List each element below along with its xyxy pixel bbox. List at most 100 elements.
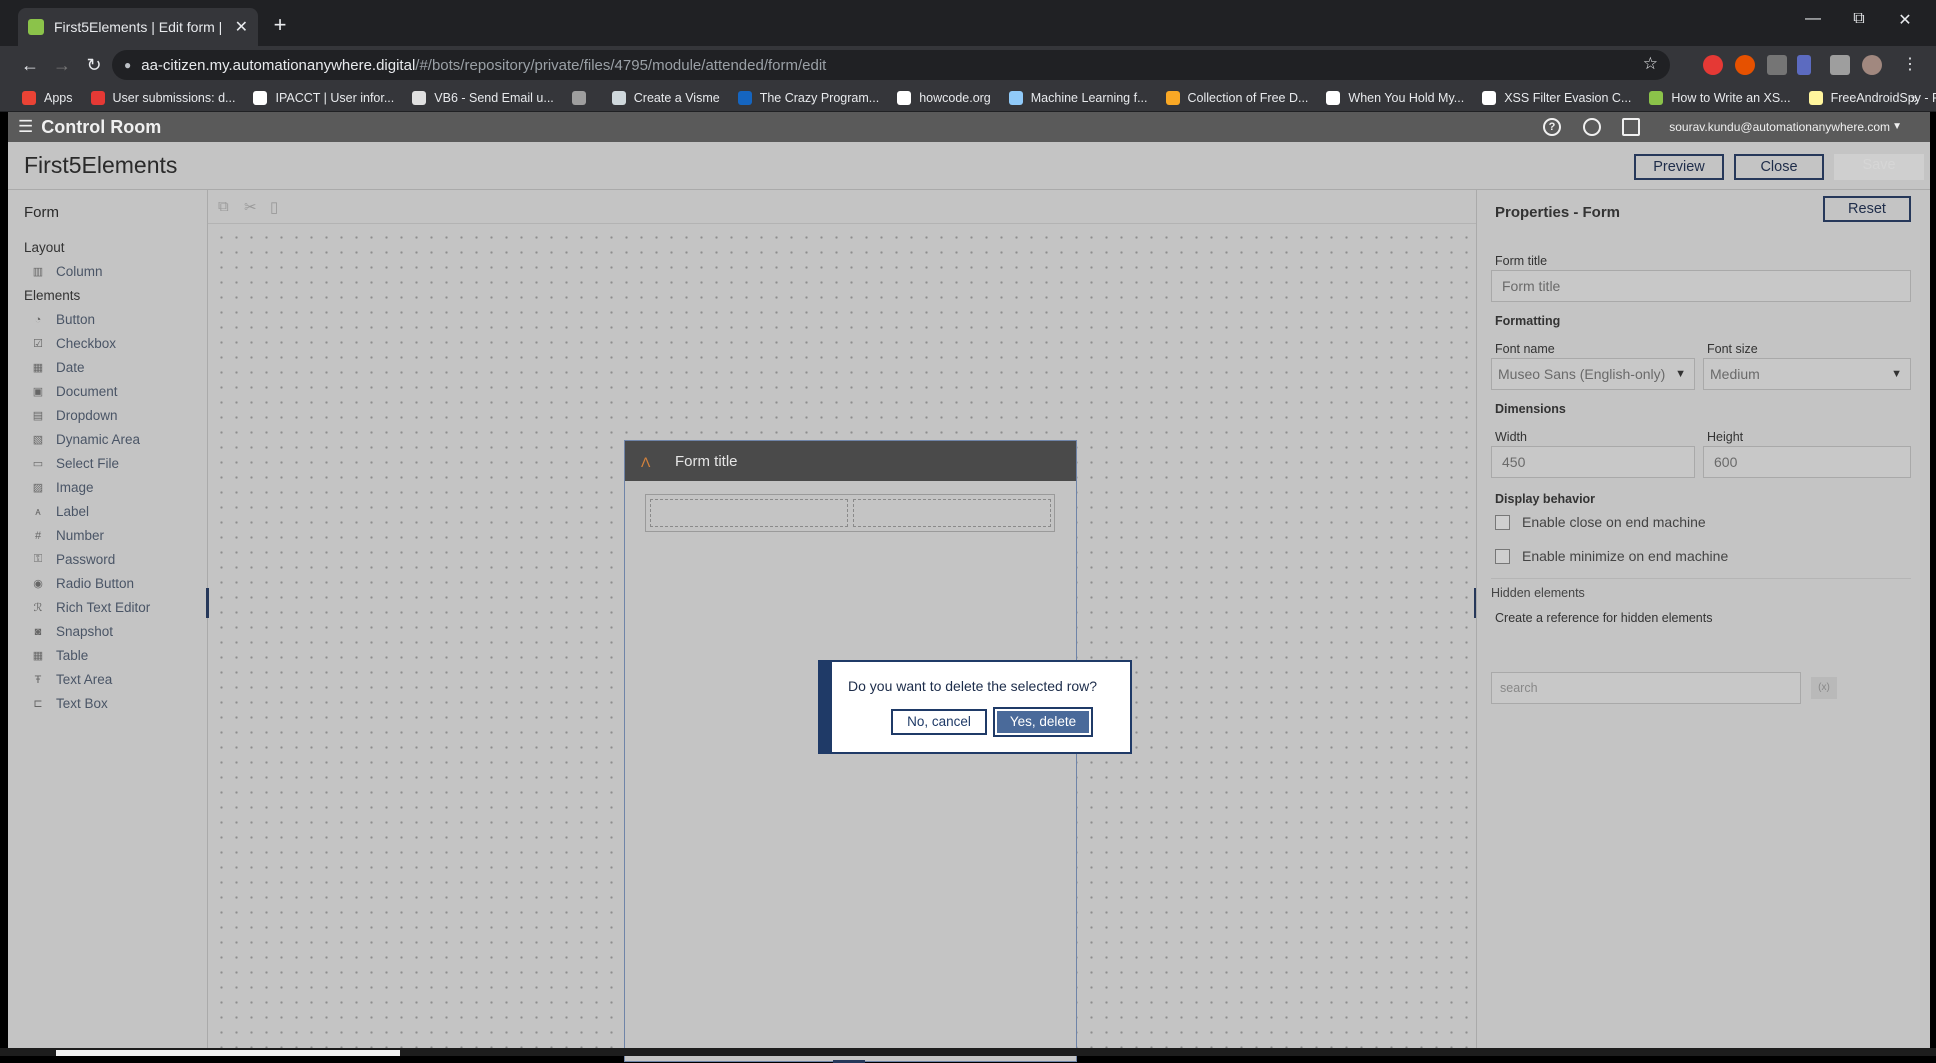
- preview-button[interactable]: Preview: [1634, 154, 1724, 180]
- reset-button[interactable]: Reset: [1823, 196, 1911, 222]
- bookmark-item[interactable]: User submissions: d...: [90, 90, 235, 105]
- palette-item-table[interactable]: ▦ Table: [30, 648, 88, 663]
- formatting-label: Formatting: [1495, 314, 1561, 328]
- bookmark-item[interactable]: How to Write an XS...: [1649, 90, 1791, 105]
- palette-item-text-area[interactable]: Ŧ Text Area: [30, 672, 113, 687]
- font-size-select[interactable]: Medium ▼: [1703, 358, 1911, 390]
- column-row[interactable]: [645, 494, 1055, 532]
- bookmark-star-icon[interactable]: ☆: [1643, 54, 1658, 74]
- checkbox-icon[interactable]: [1495, 548, 1510, 564]
- more-bookmarks-icon[interactable]: »: [1910, 90, 1918, 106]
- help-icon[interactable]: ?: [1543, 118, 1561, 136]
- bookmark-item[interactable]: Collection of Free D...: [1165, 90, 1308, 105]
- palette-item-rich-text-editor[interactable]: ℛ Rich Text Editor: [30, 600, 151, 615]
- palette-item-label[interactable]: ᴀ Label: [30, 504, 89, 519]
- palette-item-dynamic-area[interactable]: ▧ Dynamic Area: [30, 432, 140, 447]
- variable-insert-icon[interactable]: (x): [1811, 677, 1837, 699]
- back-icon[interactable]: ←: [18, 53, 42, 77]
- chevron-down-icon: ▼: [1675, 368, 1686, 380]
- confirm-delete-button[interactable]: Yes, delete: [995, 709, 1091, 735]
- palette-item-column[interactable]: ▥ Column: [30, 264, 103, 279]
- address-bar[interactable]: ● aa-citizen.my.automationanywhere.digit…: [112, 50, 1670, 80]
- cut-icon[interactable]: ✂: [244, 198, 257, 216]
- left-panel-toggle[interactable]: [206, 588, 209, 618]
- chevron-down-icon[interactable]: ▼: [1892, 121, 1902, 132]
- enable-close-checkbox[interactable]: Enable close on end machine: [1495, 514, 1706, 530]
- browser-tab[interactable]: First5Elements | Edit form | Contr ✕: [18, 8, 258, 46]
- copy-icon[interactable]: ⧉: [218, 198, 229, 215]
- palette-item-number[interactable]: # Number: [30, 528, 104, 543]
- hidden-elements-label: Hidden elements: [1491, 586, 1585, 600]
- bookmark-item[interactable]: IPACCT | User infor...: [253, 90, 394, 105]
- bookmark-item[interactable]: VB6 - Send Email u...: [412, 90, 554, 105]
- restore-window-icon[interactable]: ⧉: [1836, 10, 1882, 28]
- cancel-button[interactable]: No, cancel: [891, 709, 987, 735]
- extension-icon[interactable]: [1797, 55, 1811, 75]
- palette-item-radio-button[interactable]: ◉ Radio Button: [30, 576, 134, 591]
- column-cell[interactable]: [853, 499, 1051, 527]
- palette-item-button[interactable]: ◔ Button: [30, 312, 95, 327]
- notifications-icon[interactable]: [1622, 118, 1640, 136]
- close-window-icon[interactable]: ✕: [1882, 10, 1928, 30]
- bookmark-item[interactable]: howcode.org: [897, 90, 991, 105]
- snapshot-icon: ◙: [34, 625, 42, 638]
- new-tab-button[interactable]: +: [268, 12, 292, 38]
- paste-icon[interactable]: ▯: [270, 198, 278, 216]
- document-icon: ▣: [32, 386, 44, 398]
- button-icon: ◔: [34, 313, 42, 326]
- font-name-select[interactable]: Museo Sans (English-only) ▼: [1491, 358, 1695, 390]
- bookmark-label: Machine Learning f...: [1030, 90, 1148, 105]
- palette-item-text-box[interactable]: ⊏ Text Box: [30, 696, 107, 711]
- palette-item-label: Dropdown: [56, 408, 118, 423]
- extension-icon[interactable]: [1703, 55, 1723, 75]
- close-button[interactable]: Close: [1734, 154, 1824, 180]
- browser-toolbar: ← → ↻ ● aa-citizen.my.automationanywhere…: [0, 46, 1936, 84]
- forward-icon[interactable]: →: [50, 53, 74, 77]
- column-cell[interactable]: [650, 499, 848, 527]
- browser-menu-icon[interactable]: ⋮: [1898, 53, 1922, 77]
- form-canvas[interactable]: Λ Form title: [206, 224, 1477, 1063]
- tab-close-icon[interactable]: ✕: [235, 17, 248, 37]
- profile-avatar[interactable]: [1862, 55, 1882, 75]
- taskbar-search[interactable]: [56, 1050, 400, 1056]
- globe-icon[interactable]: [1583, 118, 1601, 136]
- palette-item-date[interactable]: ▦ Date: [30, 360, 85, 375]
- palette-item-password[interactable]: ⚿ Password: [30, 552, 115, 567]
- palette-item-dropdown[interactable]: ▤ Dropdown: [30, 408, 118, 423]
- palette-item-select-file[interactable]: ▭ Select File: [30, 456, 119, 471]
- properties-title: Properties - Form: [1495, 204, 1621, 221]
- enable-minimize-checkbox[interactable]: Enable minimize on end machine: [1495, 548, 1728, 564]
- lock-icon: ●: [124, 58, 132, 72]
- checkbox-icon[interactable]: [1495, 514, 1510, 530]
- app-header: ☰ Control Room ? sourav.kundu@automation…: [8, 112, 1930, 142]
- extension-icon[interactable]: [1767, 55, 1787, 75]
- bookmark-item[interactable]: [571, 90, 594, 105]
- user-email[interactable]: sourav.kundu@automationanywhere.com: [1669, 120, 1890, 134]
- bookmark-item[interactable]: When You Hold My...: [1326, 90, 1464, 105]
- form-title-input[interactable]: Form title: [1491, 270, 1911, 302]
- palette-item-checkbox[interactable]: ☑ Checkbox: [30, 336, 116, 351]
- bookmark-item[interactable]: Machine Learning f...: [1008, 90, 1148, 105]
- reload-icon[interactable]: ↻: [82, 53, 106, 77]
- date-icon: ▦: [32, 362, 44, 374]
- tab-title: First5Elements | Edit form | Contr: [54, 19, 227, 35]
- height-input[interactable]: 600: [1703, 446, 1911, 478]
- minimize-window-icon[interactable]: —: [1790, 10, 1836, 28]
- width-input[interactable]: 450: [1491, 446, 1695, 478]
- hidden-elements-search-input[interactable]: search: [1491, 672, 1801, 704]
- menu-icon[interactable]: ☰: [18, 117, 33, 137]
- bookmark-item[interactable]: XSS Filter Evasion C...: [1482, 90, 1631, 105]
- bookmark-item[interactable]: Create a Visme: [611, 90, 720, 105]
- save-button[interactable]: Save: [1834, 154, 1924, 180]
- palette-item-label: Number: [56, 528, 105, 543]
- bookmark-item[interactable]: The Crazy Program...: [737, 90, 879, 105]
- palette-item-label: Text Area: [56, 672, 113, 687]
- extensions-puzzle-icon[interactable]: [1830, 55, 1850, 75]
- palette-item-snapshot[interactable]: ◙ Snapshot: [30, 624, 113, 639]
- extension-icon[interactable]: [1735, 55, 1755, 75]
- bookmark-item[interactable]: Apps: [22, 90, 73, 105]
- properties-panel: Properties - Form Reset Form title Form …: [1476, 190, 1930, 1048]
- palette-item-document[interactable]: ▣ Document: [30, 384, 118, 399]
- palette-item-image[interactable]: ▨ Image: [30, 480, 94, 495]
- palette-item-label: Snapshot: [56, 624, 114, 639]
